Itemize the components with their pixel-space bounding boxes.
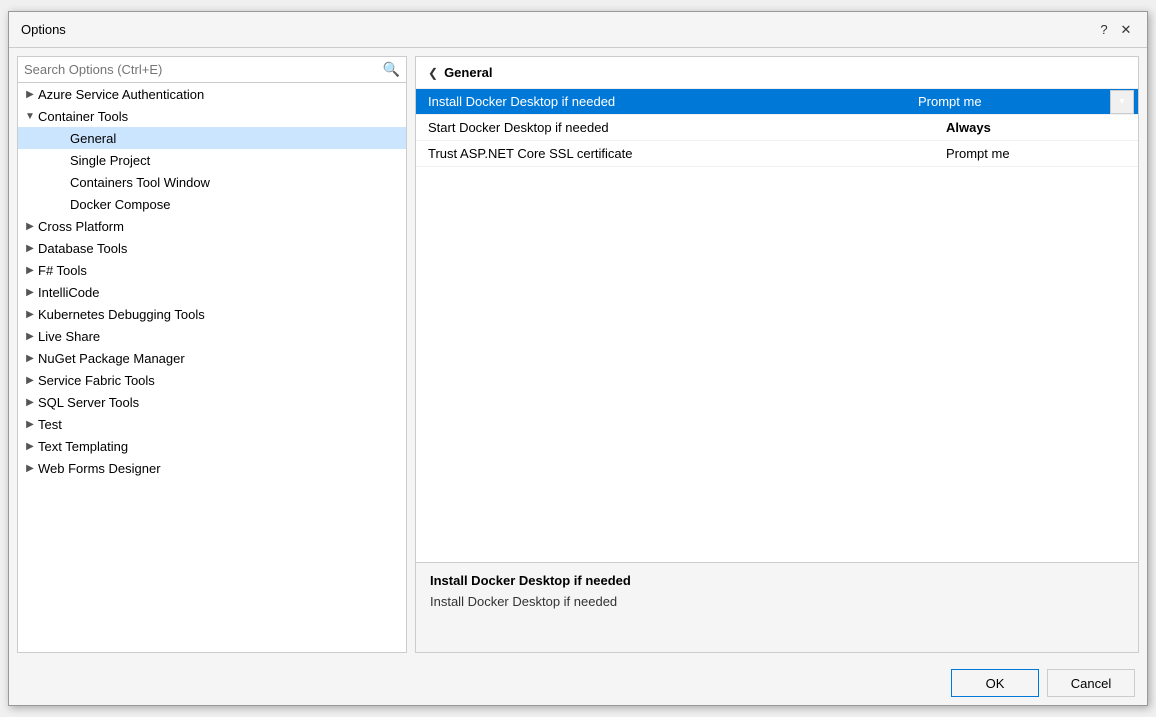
tree-arrow-single-project xyxy=(54,152,70,168)
tree-arrow-web-forms: ▶ xyxy=(22,460,38,476)
close-button[interactable]: ✕ xyxy=(1117,21,1135,39)
tree-item-general[interactable]: General xyxy=(18,127,406,149)
tree-arrow-service-fabric: ▶ xyxy=(22,372,38,388)
tree-arrow-sql-server: ▶ xyxy=(22,394,38,410)
tree-item-text-templating[interactable]: ▶Text Templating xyxy=(18,435,406,457)
settings-row-trust-ssl[interactable]: Trust ASP.NET Core SSL certificatePrompt… xyxy=(416,141,1138,167)
tree-arrow-intellicode: ▶ xyxy=(22,284,38,300)
tree-label-intellicode: IntelliCode xyxy=(38,285,99,300)
tree-label-database-tools: Database Tools xyxy=(38,241,127,256)
tree-label-web-forms: Web Forms Designer xyxy=(38,461,161,476)
tree-label-service-fabric: Service Fabric Tools xyxy=(38,373,155,388)
tree-item-docker-compose[interactable]: Docker Compose xyxy=(18,193,406,215)
description-title: Install Docker Desktop if needed xyxy=(430,573,1124,588)
settings-header: ❮ General xyxy=(416,57,1138,89)
settings-area: ❮ General Install Docker Desktop if need… xyxy=(415,56,1139,563)
tree-arrow-nuget: ▶ xyxy=(22,350,38,366)
settings-row-start-docker[interactable]: Start Docker Desktop if neededAlways xyxy=(416,115,1138,141)
right-panel: ❮ General Install Docker Desktop if need… xyxy=(415,56,1139,653)
tree-item-kubernetes[interactable]: ▶Kubernetes Debugging Tools xyxy=(18,303,406,325)
tree-item-web-forms[interactable]: ▶Web Forms Designer xyxy=(18,457,406,479)
settings-row-install-docker[interactable]: Install Docker Desktop if neededPrompt m… xyxy=(416,89,1138,115)
tree-label-cross-platform: Cross Platform xyxy=(38,219,124,234)
settings-section-title: General xyxy=(444,65,492,80)
tree-arrow-test: ▶ xyxy=(22,416,38,432)
settings-table: Install Docker Desktop if neededPrompt m… xyxy=(416,89,1138,167)
tree-label-azure: Azure Service Authentication xyxy=(38,87,204,102)
options-dialog: Options ? ✕ 🔍 ▶Azure Service Authenticat… xyxy=(8,11,1148,706)
title-buttons: ? ✕ xyxy=(1095,21,1135,39)
tree-item-service-fabric[interactable]: ▶Service Fabric Tools xyxy=(18,369,406,391)
tree-item-intellicode[interactable]: ▶IntelliCode xyxy=(18,281,406,303)
tree-arrow-cross-platform: ▶ xyxy=(22,218,38,234)
title-bar: Options ? ✕ xyxy=(9,12,1147,48)
tree-label-sql-server: SQL Server Tools xyxy=(38,395,139,410)
tree-label-nuget: NuGet Package Manager xyxy=(38,351,185,366)
settings-row-label-start-docker: Start Docker Desktop if needed xyxy=(416,120,938,135)
tree-item-test[interactable]: ▶Test xyxy=(18,413,406,435)
tree-item-database-tools[interactable]: ▶Database Tools xyxy=(18,237,406,259)
tree-label-containers-tool-window: Containers Tool Window xyxy=(70,175,210,190)
tree-label-fsharp-tools: F# Tools xyxy=(38,263,87,278)
settings-row-value-trust-ssl: Prompt me xyxy=(938,146,1138,161)
search-box[interactable]: 🔍 xyxy=(18,57,406,83)
settings-row-value-install-docker: Prompt me xyxy=(910,94,1110,109)
tree-label-docker-compose: Docker Compose xyxy=(70,197,170,212)
tree-label-single-project: Single Project xyxy=(70,153,150,168)
tree-arrow-general xyxy=(54,130,70,146)
tree-item-live-share[interactable]: ▶Live Share xyxy=(18,325,406,347)
chevron-down-icon: ❮ xyxy=(428,66,438,80)
description-area: Install Docker Desktop if needed Install… xyxy=(415,563,1139,653)
tree-item-cross-platform[interactable]: ▶Cross Platform xyxy=(18,215,406,237)
tree-arrow-fsharp-tools: ▶ xyxy=(22,262,38,278)
tree-arrow-database-tools: ▶ xyxy=(22,240,38,256)
tree-label-general: General xyxy=(70,131,116,146)
tree-label-text-templating: Text Templating xyxy=(38,439,128,454)
tree-item-single-project[interactable]: Single Project xyxy=(18,149,406,171)
tree-item-sql-server[interactable]: ▶SQL Server Tools xyxy=(18,391,406,413)
tree-arrow-kubernetes: ▶ xyxy=(22,306,38,322)
settings-row-label-install-docker: Install Docker Desktop if needed xyxy=(416,94,910,109)
dialog-body: 🔍 ▶Azure Service Authentication▼Containe… xyxy=(9,48,1147,661)
settings-row-value-start-docker: Always xyxy=(938,120,1138,135)
tree-label-live-share: Live Share xyxy=(38,329,100,344)
help-button[interactable]: ? xyxy=(1095,21,1113,39)
tree-label-kubernetes: Kubernetes Debugging Tools xyxy=(38,307,205,322)
tree-item-azure[interactable]: ▶Azure Service Authentication xyxy=(18,83,406,105)
tree-arrow-containers-tool-window xyxy=(54,174,70,190)
description-text: Install Docker Desktop if needed xyxy=(430,594,1124,609)
tree-arrow-docker-compose xyxy=(54,196,70,212)
left-panel: 🔍 ▶Azure Service Authentication▼Containe… xyxy=(17,56,407,653)
tree-label-container-tools: Container Tools xyxy=(38,109,128,124)
cancel-button[interactable]: Cancel xyxy=(1047,669,1135,697)
tree-item-container-tools[interactable]: ▼Container Tools xyxy=(18,105,406,127)
tree-arrow-azure: ▶ xyxy=(22,86,38,102)
tree-item-nuget[interactable]: ▶NuGet Package Manager xyxy=(18,347,406,369)
tree-arrow-text-templating: ▶ xyxy=(22,438,38,454)
dropdown-button-install-docker[interactable]: ▾ xyxy=(1110,90,1134,114)
search-input[interactable] xyxy=(24,62,383,77)
tree-item-containers-tool-window[interactable]: Containers Tool Window xyxy=(18,171,406,193)
ok-button[interactable]: OK xyxy=(951,669,1039,697)
dialog-footer: OK Cancel xyxy=(9,661,1147,705)
tree-container[interactable]: ▶Azure Service Authentication▼Container … xyxy=(18,83,406,652)
search-icon: 🔍 xyxy=(383,61,400,78)
settings-row-label-trust-ssl: Trust ASP.NET Core SSL certificate xyxy=(416,146,938,161)
dialog-title: Options xyxy=(21,22,66,37)
tree-label-test: Test xyxy=(38,417,62,432)
tree-arrow-container-tools: ▼ xyxy=(22,108,38,124)
tree-arrow-live-share: ▶ xyxy=(22,328,38,344)
tree-item-fsharp-tools[interactable]: ▶F# Tools xyxy=(18,259,406,281)
